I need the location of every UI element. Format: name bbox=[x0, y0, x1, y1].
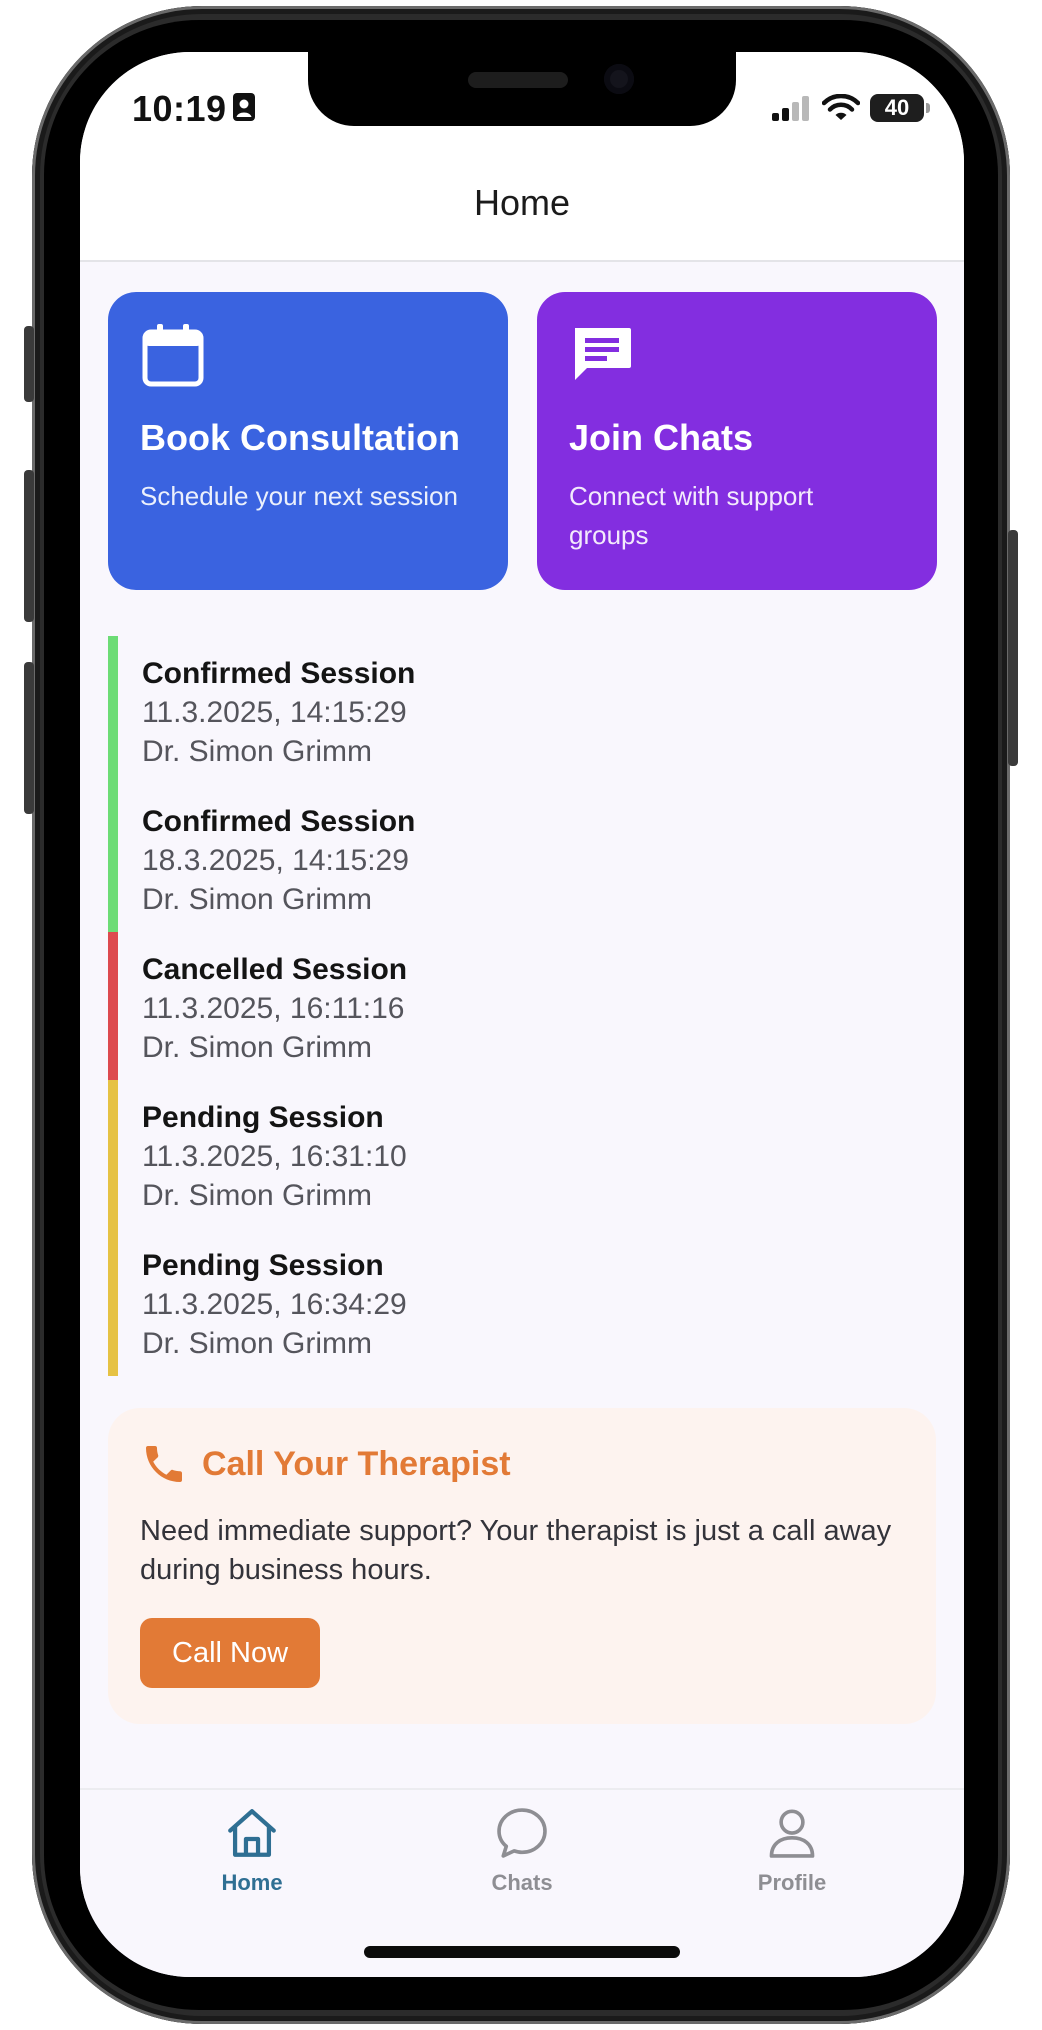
app-screen: 10:19 40 Home Book Consultation Schedule… bbox=[80, 52, 964, 1977]
tab-profile[interactable]: Profile bbox=[692, 1804, 892, 1896]
person-icon bbox=[769, 1809, 815, 1858]
session-item[interactable]: Pending Session 11.3.2025, 16:31:10 Dr. … bbox=[108, 1080, 936, 1228]
session-title: Confirmed Session bbox=[142, 805, 416, 838]
tab-chats[interactable]: Chats bbox=[422, 1804, 622, 1896]
join-chats-card[interactable]: Join Chats Connect with support groups bbox=[537, 292, 937, 590]
status-time: 10:19 bbox=[132, 88, 227, 129]
session-item[interactable]: Confirmed Session 18.3.2025, 14:15:29 Dr… bbox=[108, 784, 936, 932]
book-consultation-card[interactable]: Book Consultation Schedule your next ses… bbox=[108, 292, 508, 590]
home-icon bbox=[228, 1809, 276, 1857]
call-card-title: Call Your Therapist bbox=[202, 1444, 511, 1483]
power-button bbox=[1008, 530, 1018, 766]
session-doctor: Dr. Simon Grimm bbox=[142, 1031, 373, 1064]
silent-switch bbox=[24, 326, 34, 402]
phone-icon bbox=[146, 1446, 182, 1482]
session-status-bar bbox=[108, 784, 118, 932]
call-card-text: Need immediate support? Your therapist i… bbox=[140, 1515, 892, 1586]
contact-card-icon bbox=[233, 93, 255, 121]
wifi-icon bbox=[822, 94, 860, 120]
battery-indicator: 40 bbox=[870, 94, 930, 122]
notch bbox=[308, 52, 736, 126]
volume-down-button bbox=[24, 662, 34, 814]
tab-profile-label: Profile bbox=[757, 1870, 827, 1895]
header-area: 10:19 40 Home bbox=[80, 52, 964, 262]
call-therapist-card: Call Your Therapist Need immediate suppo… bbox=[108, 1408, 936, 1724]
tab-home[interactable]: Home bbox=[152, 1804, 352, 1896]
tab-home-label: Home bbox=[221, 1870, 283, 1895]
session-status-bar bbox=[108, 636, 118, 784]
status-icons: 40 bbox=[772, 88, 930, 128]
session-doctor: Dr. Simon Grimm bbox=[142, 735, 373, 768]
session-title: Cancelled Session bbox=[142, 953, 408, 986]
session-status-bar bbox=[108, 932, 118, 1080]
session-status-bar bbox=[108, 1080, 118, 1228]
sessions-list: Confirmed Session 11.3.2025, 14:15:29 Dr… bbox=[108, 636, 936, 1376]
call-card-header: Call Your Therapist bbox=[140, 1440, 904, 1488]
session-item[interactable]: Pending Session 11.3.2025, 16:34:29 Dr. … bbox=[108, 1228, 936, 1376]
session-datetime: 11.3.2025, 16:34:29 bbox=[142, 1288, 407, 1321]
chat-bubble-icon bbox=[497, 1808, 547, 1858]
session-doctor: Dr. Simon Grimm bbox=[142, 1179, 373, 1212]
message-icon bbox=[575, 328, 631, 380]
page-title: Home bbox=[473, 182, 571, 223]
session-title: Pending Session bbox=[142, 1249, 384, 1282]
session-datetime: 11.3.2025, 16:11:16 bbox=[142, 992, 405, 1025]
volume-up-button bbox=[24, 470, 34, 622]
session-status-bar bbox=[108, 1228, 118, 1376]
session-datetime: 11.3.2025, 16:31:10 bbox=[142, 1140, 407, 1173]
call-now-button[interactable]: Call Now bbox=[140, 1618, 321, 1688]
speaker-grille bbox=[468, 72, 568, 88]
session-datetime: 11.3.2025, 14:15:29 bbox=[142, 696, 407, 729]
session-item[interactable]: Confirmed Session 11.3.2025, 14:15:29 Dr… bbox=[108, 636, 936, 784]
book-consultation-subtitle: Schedule your next session bbox=[140, 481, 458, 511]
session-title: Pending Session bbox=[142, 1101, 384, 1134]
session-doctor: Dr. Simon Grimm bbox=[142, 1327, 373, 1360]
session-title: Confirmed Session bbox=[142, 657, 416, 690]
calendar-icon bbox=[142, 324, 204, 387]
front-camera bbox=[604, 64, 634, 94]
join-chats-title: Join Chats bbox=[569, 417, 754, 458]
session-doctor: Dr. Simon Grimm bbox=[142, 883, 373, 916]
book-consultation-title: Book Consultation bbox=[140, 417, 460, 458]
session-datetime: 18.3.2025, 14:15:29 bbox=[142, 844, 409, 877]
session-item[interactable]: Cancelled Session 11.3.2025, 16:11:16 Dr… bbox=[108, 932, 936, 1080]
tab-chats-label: Chats bbox=[491, 1870, 553, 1895]
home-indicator[interactable] bbox=[364, 1946, 680, 1958]
cellular-signal-icon bbox=[772, 96, 809, 121]
join-chats-subtitle: Connect with support groups bbox=[569, 481, 814, 550]
